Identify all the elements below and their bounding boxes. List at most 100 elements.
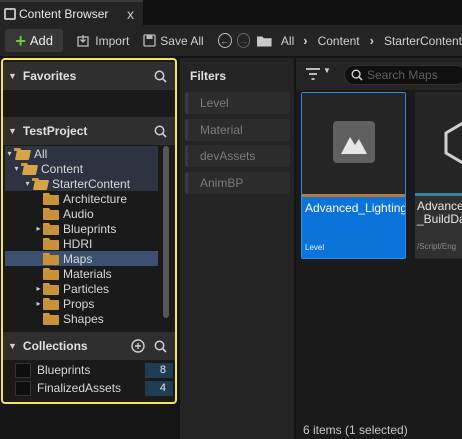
breadcrumb-all[interactable]: All — [281, 34, 294, 48]
status-text: 6 items (1 selected) — [303, 423, 408, 437]
close-icon[interactable]: x — [127, 6, 134, 22]
project-title: TestProject — [22, 124, 88, 138]
tree-item-label: Props — [63, 296, 95, 311]
collapsed-arrow-icon[interactable]: ▸ — [34, 224, 43, 233]
collection-item-blueprints[interactable]: Blueprints 8 — [15, 362, 173, 378]
tree-item-blueprints[interactable]: ▸ Blueprints — [5, 221, 158, 236]
tree-item-label: Blueprints — [63, 221, 117, 236]
tree-item-label: StarterContent — [52, 176, 131, 191]
tab-content-browser[interactable]: Content Browser x — [0, 0, 143, 25]
folder-open-icon — [14, 147, 31, 160]
add-button[interactable]: + Add — [5, 29, 64, 52]
back-icon[interactable]: ← — [217, 33, 232, 48]
folder-icon — [43, 312, 60, 325]
asset-type: Level — [305, 243, 325, 252]
tree-item-all[interactable]: ▾ All — [5, 146, 158, 161]
collection-count-badge: 4 — [145, 380, 173, 396]
search-icon[interactable] — [154, 70, 167, 83]
breadcrumb-separator: › — [303, 33, 308, 48]
filter-devassets[interactable]: devAssets — [185, 145, 290, 167]
asset-tile[interactable]: Advance _BuildDa /Script/Eng — [415, 92, 462, 259]
collapse-caret-icon: ▼ — [8, 126, 17, 136]
save-all-button[interactable]: Save All — [143, 34, 204, 48]
search-input[interactable]: Search Maps — [344, 65, 462, 85]
tree-scrollbar[interactable] — [163, 146, 169, 318]
search-icon[interactable] — [154, 125, 167, 138]
level-map-icon — [333, 121, 375, 163]
collection-color-swatch — [15, 380, 31, 396]
tree-item-maps[interactable]: Maps — [5, 251, 158, 266]
plus-icon: + — [15, 30, 26, 51]
folder-icon — [43, 252, 60, 265]
collapsed-arrow-icon[interactable]: ▸ — [34, 299, 43, 308]
asset-name-line2: _BuildDa — [417, 212, 462, 226]
asset-toolbar: ▼ Search Maps — [296, 58, 462, 90]
save-icon — [143, 34, 156, 47]
folder-open-icon — [32, 177, 49, 190]
breadcrumb-startercontent[interactable]: StarterContent — [384, 34, 462, 48]
folder-icon — [43, 237, 60, 250]
asset-view: ▼ Search Maps Advanced_Lighting Level Ad… — [296, 58, 462, 439]
project-header[interactable]: ▼ TestProject — [3, 117, 175, 145]
tab-bar: Content Browser x — [0, 0, 462, 25]
import-icon — [77, 35, 89, 47]
asset-thumbnail — [415, 92, 462, 193]
search-icon — [351, 69, 363, 81]
tree-item-label: Architecture — [63, 191, 128, 206]
forward-icon[interactable]: → — [236, 33, 251, 48]
hexagon-icon — [444, 121, 462, 165]
search-placeholder: Search Maps — [367, 68, 438, 82]
folder-icon — [43, 222, 60, 235]
tree-item-label: Maps — [63, 251, 93, 266]
add-label: Add — [29, 33, 53, 48]
add-collection-icon[interactable] — [131, 339, 145, 353]
tree-item-materials[interactable]: Materials — [5, 266, 158, 281]
asset-thumbnail — [302, 93, 405, 194]
collections-header[interactable]: ▼ Collections — [3, 332, 175, 360]
asset-name: Advanced_Lighting — [305, 201, 406, 215]
folder-icon — [43, 192, 60, 205]
import-label: Import — [95, 33, 130, 48]
favorites-header[interactable]: ▼ Favorites — [3, 62, 175, 90]
asset-type: /Script/Eng — [417, 242, 457, 251]
chevron-down-icon[interactable]: ▼ — [323, 66, 331, 75]
import-button[interactable]: Import — [77, 34, 129, 48]
folder-icon — [43, 282, 60, 295]
sources-panel: ▼ Favorites ▼ TestProject ▾ All ▾ Conten… — [1, 58, 177, 404]
tree-item-shapes[interactable]: Shapes — [5, 311, 158, 326]
tree-item-particles[interactable]: ▸ Particles — [5, 281, 158, 296]
folder-icon — [257, 35, 272, 46]
filter-icon[interactable] — [306, 68, 320, 80]
folder-open-icon — [21, 162, 38, 175]
tree-item-label: All — [34, 146, 48, 161]
collection-label: Blueprints — [37, 363, 91, 377]
tree-item-audio[interactable]: Audio — [5, 206, 158, 221]
favorites-title: Favorites — [22, 69, 77, 83]
tree-item-startercontent[interactable]: ▾ StarterContent — [5, 176, 158, 191]
expand-arrow-icon: ▾ — [7, 149, 12, 158]
filters-title: Filters — [190, 69, 227, 83]
content-browser-icon — [4, 7, 16, 20]
tree-item-content[interactable]: ▾ Content — [5, 161, 158, 176]
expand-arrow-icon: ▾ — [14, 164, 19, 173]
tree-item-label: HDRI — [63, 236, 93, 251]
collection-item-finalizedassets[interactable]: FinalizedAssets 4 — [15, 380, 173, 396]
toolbar: + Add Import Save All ← → All › Content … — [0, 25, 462, 56]
tree-item-architecture[interactable]: Architecture — [5, 191, 158, 206]
asset-tile-selected[interactable]: Advanced_Lighting Level — [301, 92, 406, 259]
search-icon[interactable] — [154, 340, 167, 353]
collapsed-arrow-icon[interactable]: ▸ — [34, 284, 43, 293]
filter-animbp[interactable]: AnimBP — [185, 172, 290, 194]
tree-item-label: Particles — [63, 281, 110, 296]
tree-item-label: Content — [41, 161, 84, 176]
tree-item-hdri[interactable]: HDRI — [5, 236, 158, 251]
collapse-caret-icon: ▼ — [8, 341, 17, 351]
tree-item-props[interactable]: ▸ Props — [5, 296, 158, 311]
collection-label: FinalizedAssets — [37, 381, 122, 395]
filter-level[interactable]: Level — [185, 92, 290, 114]
filter-material[interactable]: Material — [185, 119, 290, 141]
tree-item-label: Materials — [63, 266, 112, 281]
breadcrumb-content[interactable]: Content — [318, 34, 360, 48]
collections-title: Collections — [22, 339, 88, 353]
collapse-caret-icon: ▼ — [8, 71, 17, 81]
